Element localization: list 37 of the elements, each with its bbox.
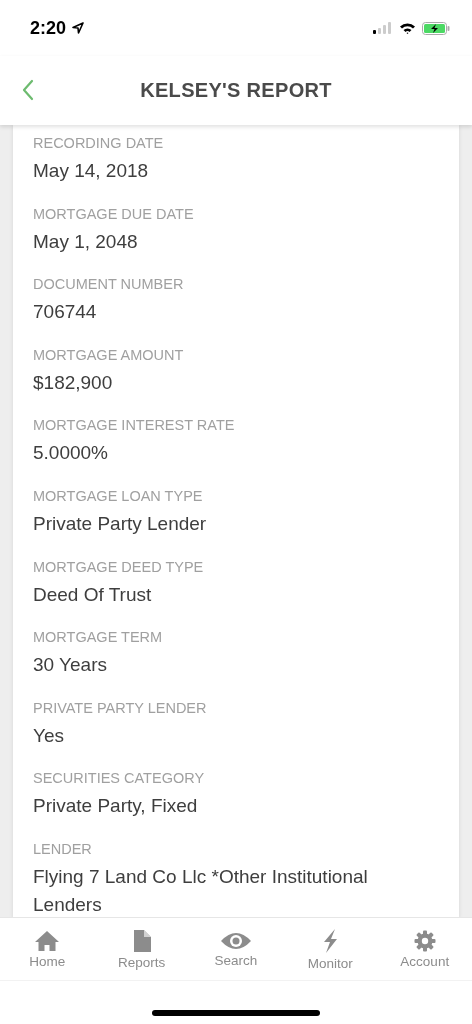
field-value: Yes bbox=[33, 723, 64, 748]
back-button[interactable] bbox=[22, 79, 34, 101]
document-icon bbox=[131, 928, 152, 953]
screen-title: KELSEY'S REPORT bbox=[140, 79, 332, 102]
field-label: MORTGAGE AMOUNT bbox=[33, 346, 184, 363]
tab-home[interactable]: Home bbox=[7, 929, 88, 969]
field-label: SECURITIES CATEGORY bbox=[33, 770, 205, 787]
tab-search[interactable]: Search bbox=[195, 930, 276, 968]
field-label: MORTGAGE TERM bbox=[33, 629, 163, 646]
battery-charging-icon bbox=[422, 21, 450, 35]
field-label: PRIVATE PARTY LENDER bbox=[33, 699, 207, 716]
field-label: MORTGAGE LOAN TYPE bbox=[33, 487, 203, 504]
field-value: Private Party Lender bbox=[33, 511, 207, 536]
field-value: Private Party, Fixed bbox=[33, 794, 198, 819]
field-label: MORTGAGE DEED TYPE bbox=[33, 558, 204, 575]
eye-icon bbox=[219, 930, 252, 951]
status-time: 2:20 bbox=[30, 17, 67, 39]
wifi-icon bbox=[399, 22, 416, 34]
field-value: 30 Years bbox=[33, 653, 107, 678]
field-label: DOCUMENT NUMBER bbox=[33, 276, 184, 293]
field-value: May 14, 2018 bbox=[33, 159, 149, 183]
location-arrow-icon bbox=[72, 22, 85, 34]
field-value: May 1, 2048 bbox=[33, 229, 138, 254]
field-value: 5.0000% bbox=[33, 441, 108, 466]
signal-icon bbox=[373, 22, 393, 34]
tab-account[interactable]: Account bbox=[384, 929, 465, 969]
field-value: Deed Of Trust bbox=[33, 582, 152, 607]
field-label: MORTGAGE DUE DATE bbox=[33, 205, 194, 222]
field-value: Flying 7 Land Co Llc *Other Institutional Lenders bbox=[33, 864, 369, 917]
field-value: 706744 bbox=[33, 300, 97, 325]
field-label: LENDER bbox=[33, 840, 92, 857]
tab-reports[interactable]: Reports bbox=[101, 928, 182, 970]
field-label: RECORDING DATE bbox=[33, 135, 164, 151]
tab-monitor[interactable]: Monitor bbox=[290, 927, 371, 971]
field-label: MORTGAGE INTEREST RATE bbox=[33, 417, 235, 434]
field-value: $182,900 bbox=[33, 370, 113, 395]
house-icon bbox=[34, 929, 61, 952]
